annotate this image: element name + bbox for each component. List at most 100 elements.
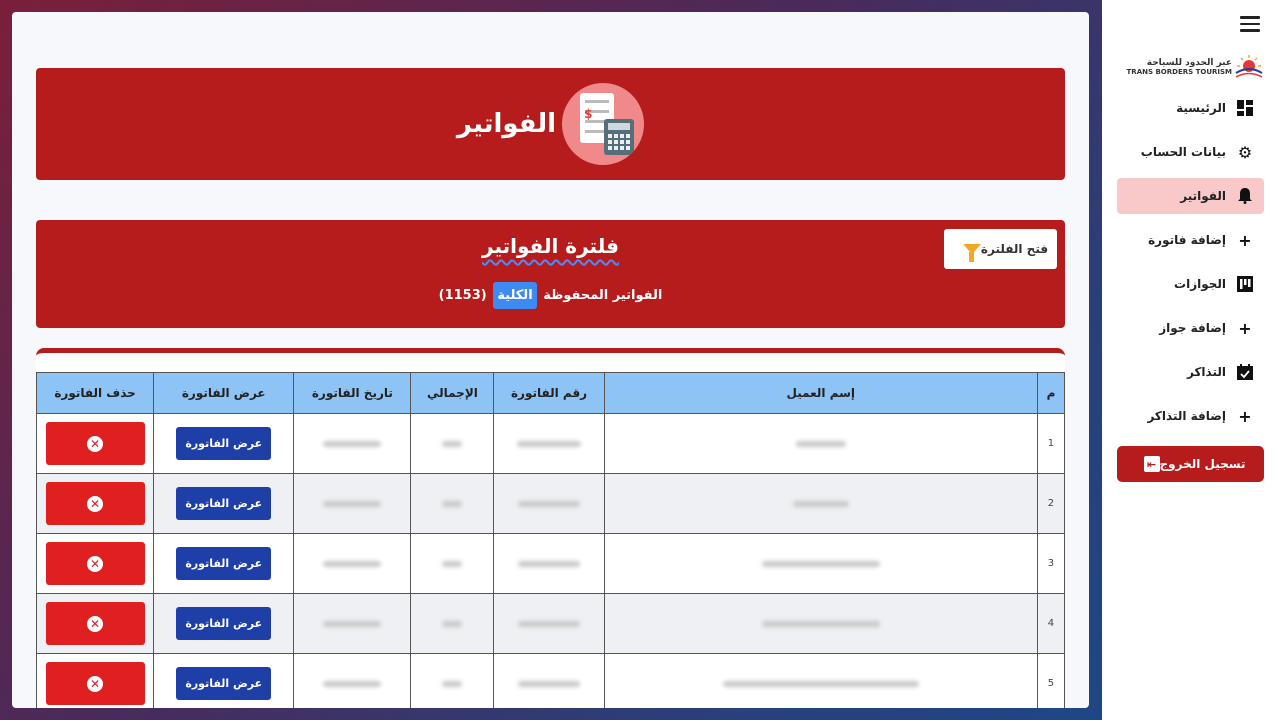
invoice-date-cell xyxy=(293,533,412,594)
sidebar-item-label: التذاكر xyxy=(1186,365,1226,379)
delete-invoice-button[interactable]: ✕ xyxy=(45,662,145,705)
delete-invoice-button[interactable]: ✕ xyxy=(45,482,145,525)
gear-icon: ⚙ xyxy=(1237,142,1253,162)
invoice-calculator-icon: $ xyxy=(562,83,645,165)
plus-icon: + xyxy=(1238,406,1252,426)
table-row: 4 عرض الفاتورة ✕ xyxy=(35,593,1066,654)
invoice-date-cell xyxy=(293,593,412,654)
close-circle-icon: ✕ xyxy=(87,615,104,632)
view-cell: عرض الفاتورة xyxy=(153,653,295,708)
filter-title: فلترة الفواتير xyxy=(482,234,619,258)
table-row: 1 عرض الفاتورة ✕ xyxy=(35,413,1066,474)
col-view-invoice: عرض الفاتورة xyxy=(153,372,295,414)
col-client-name: إسم العميل xyxy=(603,372,1038,414)
brand-logo: عبر الحدود للسياحة TRANS BORDERS TOURISM xyxy=(1116,50,1266,86)
total-cell xyxy=(410,473,495,534)
table-row: 5 عرض الفاتورة ✕ xyxy=(35,653,1066,708)
delete-invoice-button[interactable]: ✕ xyxy=(45,542,145,585)
delete-cell: ✕ xyxy=(35,413,155,474)
page-banner: الفواتير $ xyxy=(36,68,1065,180)
delete-cell: ✕ xyxy=(35,593,155,654)
table-header-row: م إسم العميل رقم الفاتورة الإجمالي تاريخ… xyxy=(35,372,1066,414)
view-invoice-button[interactable]: عرض الفاتورة xyxy=(176,487,272,520)
invoice-number-cell xyxy=(493,473,605,534)
invoice-number-cell xyxy=(493,533,605,594)
sidebar-item-add-tickets[interactable]: إضافة التذاكر + xyxy=(1117,398,1264,434)
plus-icon: + xyxy=(1238,318,1252,338)
sidebar-nav: الرئيسية بيانات الحساب ⚙ الفواتير إضافة … xyxy=(1117,90,1264,442)
total-cell xyxy=(410,413,495,474)
count-value: (1153) xyxy=(438,288,487,303)
col-invoice-date: تاريخ الفاتورة xyxy=(293,372,412,414)
invoices-table: م إسم العميل رقم الفاتورة الإجمالي تاريخ… xyxy=(35,372,1066,708)
view-cell: عرض الفاتورة xyxy=(153,533,295,594)
client-name-cell xyxy=(603,653,1038,708)
view-invoice-button[interactable]: عرض الفاتورة xyxy=(176,547,272,580)
total-cell xyxy=(410,593,495,654)
view-cell: عرض الفاتورة xyxy=(153,593,295,654)
total-cell xyxy=(410,533,495,594)
invoice-date-cell xyxy=(293,413,412,474)
col-total: الإجمالي xyxy=(410,372,495,414)
delete-cell: ✕ xyxy=(35,533,155,594)
sidebar-item-label: الرئيسية xyxy=(1176,101,1226,115)
sidebar-item-label: إضافة فاتورة xyxy=(1148,233,1226,247)
delete-invoice-button[interactable]: ✕ xyxy=(45,602,145,645)
sidebar-item-home[interactable]: الرئيسية xyxy=(1117,90,1264,126)
invoice-number-cell xyxy=(493,413,605,474)
board-icon xyxy=(1236,275,1254,293)
sidebar-item-add-invoice[interactable]: إضافة فاتورة + xyxy=(1117,222,1264,258)
calendar-check-icon xyxy=(1236,363,1254,381)
logo-english-text: TRANS BORDERS TOURISM xyxy=(1126,68,1232,77)
view-cell: عرض الفاتورة xyxy=(153,473,295,534)
filter-section: فتح الفلترة فلترة الفواتير الفواتير المح… xyxy=(36,220,1065,328)
close-circle-icon: ✕ xyxy=(87,555,104,572)
sidebar-item-label: الجوازات xyxy=(1174,277,1226,291)
logout-label: تسجيل الخروج xyxy=(1159,457,1246,471)
view-invoice-button[interactable]: عرض الفاتورة xyxy=(176,667,272,700)
dashboard-icon xyxy=(1236,99,1254,117)
logout-button[interactable]: تسجيل الخروج ⇤ xyxy=(1117,446,1264,482)
sidebar-item-tickets[interactable]: التذاكر xyxy=(1117,354,1264,390)
close-circle-icon: ✕ xyxy=(87,675,104,692)
delete-cell: ✕ xyxy=(35,473,155,534)
sidebar-item-account[interactable]: بيانات الحساب ⚙ xyxy=(1117,134,1264,170)
invoice-number-cell xyxy=(493,593,605,654)
invoice-date-cell xyxy=(293,653,412,708)
invoice-number-cell xyxy=(493,653,605,708)
col-delete-invoice: حذف الفاتورة xyxy=(35,372,155,414)
sidebar-item-label: إضافة جواز xyxy=(1159,321,1226,335)
row-index: 2 xyxy=(1036,473,1066,534)
row-index: 4 xyxy=(1036,593,1066,654)
table-row: 3 عرض الفاتورة ✕ xyxy=(35,533,1066,594)
view-invoice-button[interactable]: عرض الفاتورة xyxy=(176,427,272,460)
sidebar-item-label: بيانات الحساب xyxy=(1140,145,1226,159)
invoices-table-card: م إسم العميل رقم الفاتورة الإجمالي تاريخ… xyxy=(35,348,1066,708)
view-invoice-button[interactable]: عرض الفاتورة xyxy=(176,607,272,640)
close-circle-icon: ✕ xyxy=(87,435,104,452)
bell-icon xyxy=(1236,187,1254,205)
sidebar-item-label: إضافة التذاكر xyxy=(1147,409,1226,423)
sidebar-item-invoices[interactable]: الفواتير xyxy=(1117,178,1264,214)
col-index: م xyxy=(1036,372,1066,414)
row-index: 3 xyxy=(1036,533,1066,594)
hamburger-menu-icon[interactable] xyxy=(1240,16,1260,34)
client-name-cell xyxy=(603,413,1038,474)
delete-invoice-button[interactable]: ✕ xyxy=(45,422,145,465)
logout-icon: ⇤ xyxy=(1143,456,1160,472)
plus-icon: + xyxy=(1238,230,1252,250)
sidebar-item-add-passport[interactable]: إضافة جواز + xyxy=(1117,310,1264,346)
client-name-cell xyxy=(603,593,1038,654)
total-cell xyxy=(410,653,495,708)
row-index: 5 xyxy=(1036,653,1066,708)
invoice-date-cell xyxy=(293,473,412,534)
main-panel: الفواتير $ فتح الفلترة فلترة الفواتير ال… xyxy=(12,12,1089,708)
col-invoice-number: رقم الفاتورة xyxy=(493,372,605,414)
client-name-cell xyxy=(603,473,1038,534)
row-index: 1 xyxy=(1036,413,1066,474)
sidebar-item-passports[interactable]: الجوازات xyxy=(1117,266,1264,302)
sun-logo-icon xyxy=(1232,53,1266,83)
count-badge: الكلية xyxy=(493,282,537,309)
client-name-cell xyxy=(603,533,1038,594)
table-row: 2 عرض الفاتورة ✕ xyxy=(35,473,1066,534)
